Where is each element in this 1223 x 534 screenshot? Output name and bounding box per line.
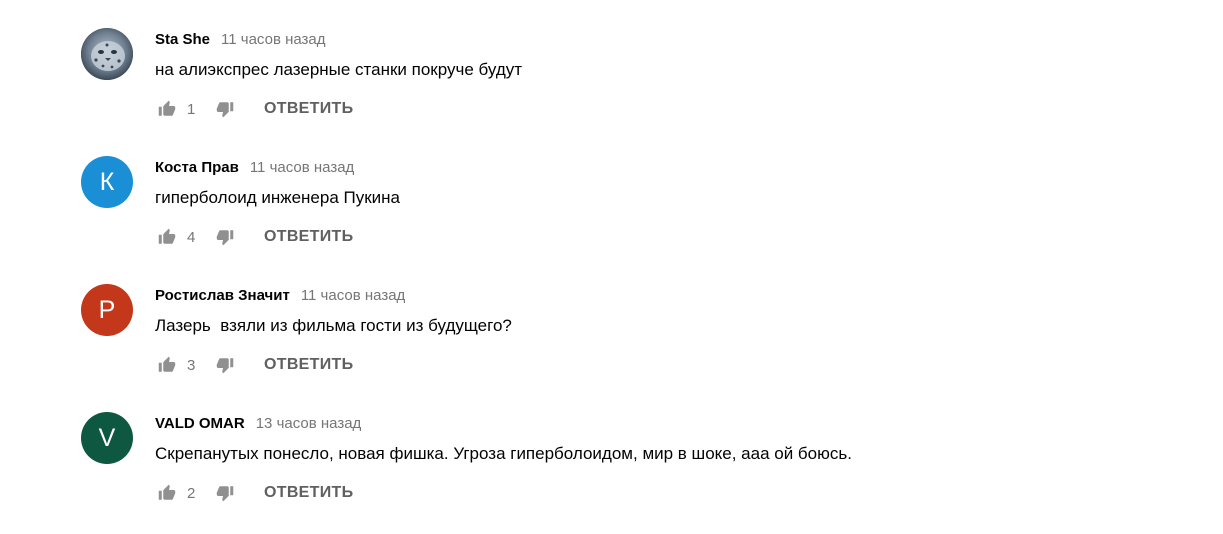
- comment-item: К Коста Прав 11 часов назад гиперболоид …: [81, 150, 1201, 278]
- reply-button[interactable]: ОТВЕТИТЬ: [264, 484, 353, 502]
- avatar[interactable]: К: [81, 156, 133, 208]
- comment-body: Коста Прав 11 часов назад гиперболоид ин…: [155, 150, 1201, 246]
- avatar[interactable]: V: [81, 412, 133, 464]
- snow-leopard-avatar-image: [81, 28, 133, 80]
- comment-author[interactable]: Sta She: [155, 31, 210, 48]
- like-button[interactable]: [155, 353, 179, 377]
- comment-text: Скрепанутых понесло, новая фишка. Угроза…: [155, 444, 852, 463]
- like-button[interactable]: [155, 225, 179, 249]
- thumbs-up-icon: [158, 356, 176, 372]
- avatar[interactable]: Р: [81, 284, 133, 336]
- dislike-button[interactable]: [213, 225, 237, 249]
- comment-body: Sta She 11 часов назад на алиэкспрес лаз…: [155, 22, 1201, 118]
- reply-button[interactable]: ОТВЕТИТЬ: [264, 228, 353, 246]
- thumbs-down-icon: [216, 358, 234, 374]
- dislike-button[interactable]: [213, 481, 237, 505]
- avatar-letter: V: [98, 423, 116, 452]
- comment-text: Лазерь взяли из фильма гости из будущего…: [155, 316, 512, 335]
- comment-body: Ростислав Значит 11 часов назад Лазерь в…: [155, 278, 1201, 374]
- like-count: 3: [187, 356, 196, 374]
- like-count: 1: [187, 100, 196, 118]
- comment-item: Sta She 11 часов назад на алиэкспрес лаз…: [81, 22, 1201, 150]
- comment-item: V VALD OMAR 13 часов назад Скрепанутых п…: [81, 406, 1201, 534]
- comment-time[interactable]: 11 часов назад: [221, 31, 325, 48]
- thumbs-up-icon: [158, 484, 176, 500]
- comment-actions: 1 ОТВЕТИТЬ: [155, 97, 353, 121]
- thumbs-up-icon: [158, 228, 176, 244]
- comment-text: на алиэкспрес лазерные станки покруче бу…: [155, 60, 523, 79]
- comment-time[interactable]: 11 часов назад: [301, 287, 405, 304]
- thumbs-down-icon: [216, 486, 234, 502]
- avatar-letter: К: [99, 167, 115, 196]
- thumbs-up-icon: [158, 100, 176, 116]
- comment-header: Sta She 11 часов назад: [155, 22, 1201, 56]
- like-button[interactable]: [155, 481, 179, 505]
- comment-actions: 4 ОТВЕТИТЬ: [155, 225, 353, 249]
- comment-header: Коста Прав 11 часов назад: [155, 150, 1201, 184]
- avatar[interactable]: [81, 28, 133, 80]
- thumbs-down-icon: [216, 230, 234, 246]
- comment-time[interactable]: 13 часов назад: [256, 415, 362, 432]
- comment-text: гиперболоид инженера Пукина: [155, 188, 401, 207]
- comment-item: Р Ростислав Значит 11 часов назад Лазерь…: [81, 278, 1201, 406]
- comment-author[interactable]: VALD OMAR: [155, 415, 245, 432]
- like-count: 4: [187, 228, 196, 246]
- like-button[interactable]: [155, 97, 179, 121]
- comment-actions: 2 ОТВЕТИТЬ: [155, 481, 353, 505]
- comment-header: VALD OMAR 13 часов назад: [155, 406, 1201, 440]
- comment-actions: 3 ОТВЕТИТЬ: [155, 353, 353, 377]
- comment-header: Ростислав Значит 11 часов назад: [155, 278, 1201, 312]
- comment-body: VALD OMAR 13 часов назад Скрепанутых пон…: [155, 406, 1201, 502]
- comment-author[interactable]: Коста Прав: [155, 159, 239, 176]
- comments-list: Sta She 11 часов назад на алиэкспрес лаз…: [81, 22, 1201, 534]
- reply-button[interactable]: ОТВЕТИТЬ: [264, 100, 353, 118]
- reply-button[interactable]: ОТВЕТИТЬ: [264, 356, 353, 374]
- comment-author[interactable]: Ростислав Значит: [155, 287, 290, 304]
- dislike-button[interactable]: [213, 353, 237, 377]
- avatar-letter: Р: [98, 295, 116, 324]
- like-count: 2: [187, 484, 196, 502]
- thumbs-down-icon: [216, 102, 234, 118]
- dislike-button[interactable]: [213, 97, 237, 121]
- comment-time[interactable]: 11 часов назад: [250, 159, 354, 176]
